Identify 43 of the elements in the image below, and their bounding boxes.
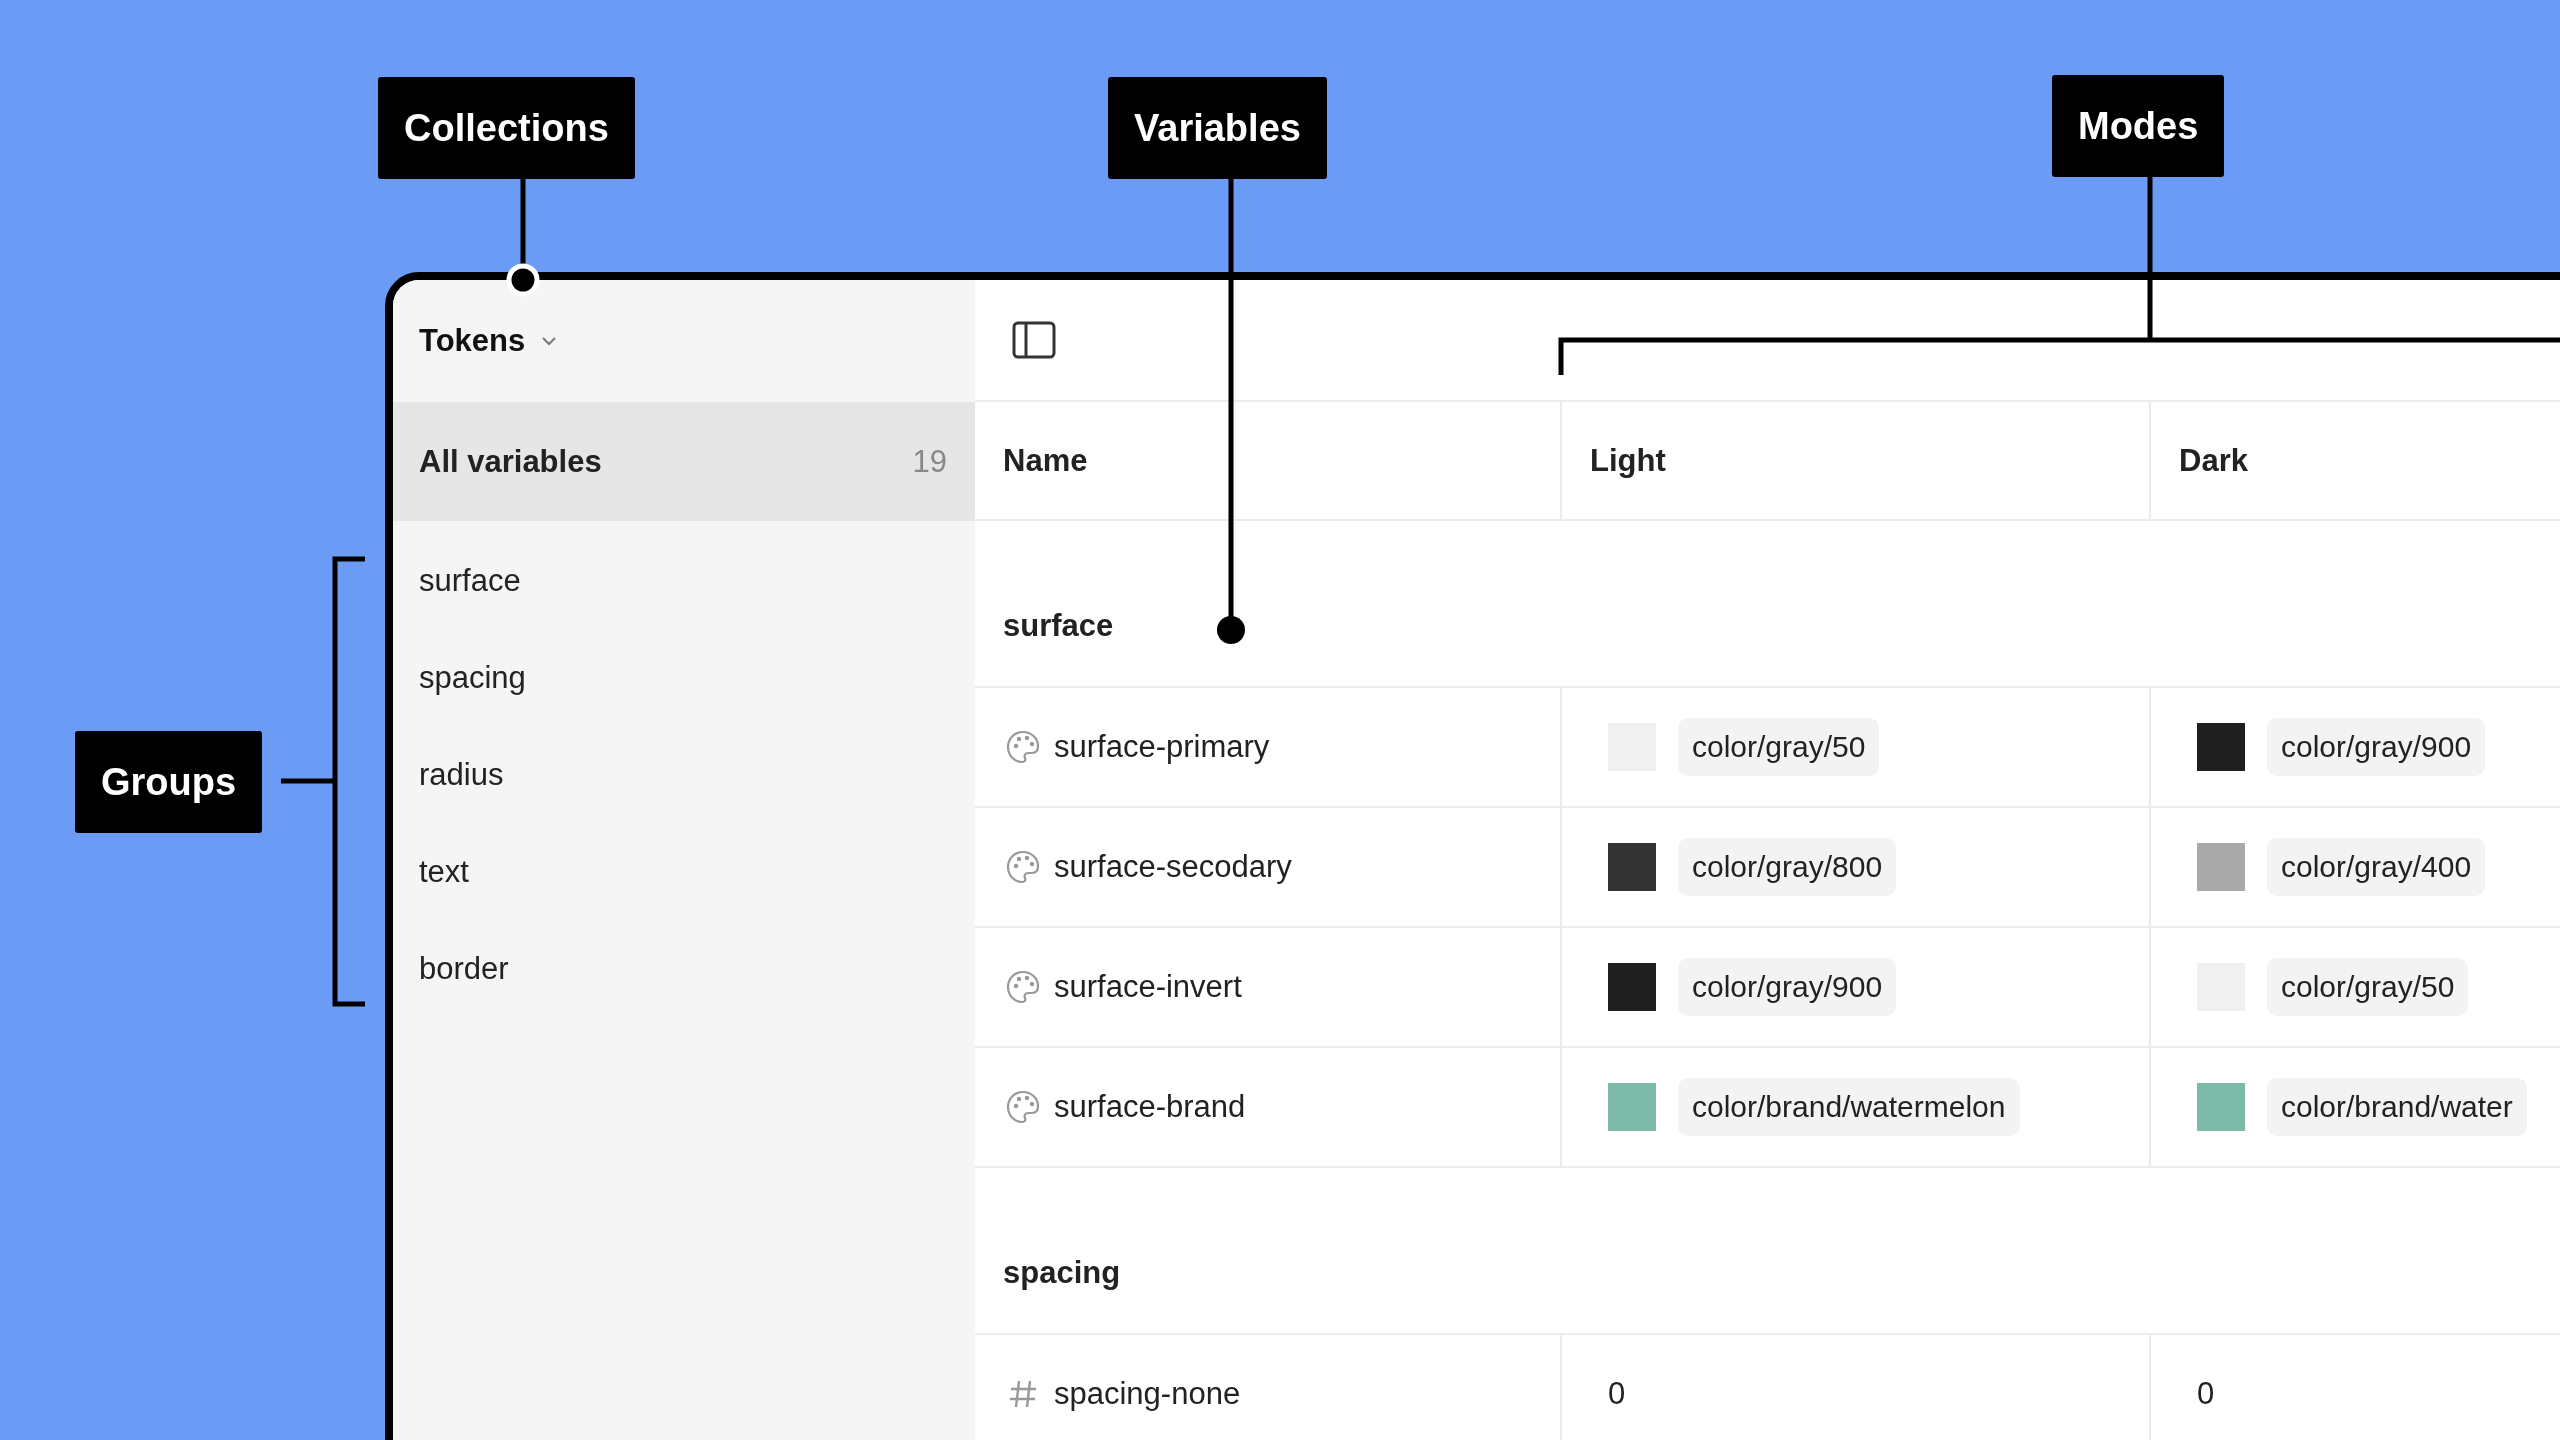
alias-chip[interactable]: color/gray/50 — [2267, 958, 2469, 1016]
item-count: 19 — [912, 443, 947, 480]
sidebar-item-label: text — [419, 853, 469, 890]
group-heading: surface — [1003, 608, 1114, 644]
alias-chip[interactable]: color/brand/water — [2267, 1078, 2527, 1136]
alias-chip[interactable]: color/gray/400 — [2267, 838, 2486, 896]
value-text: 0 — [2197, 1376, 2215, 1412]
sidebar-item[interactable]: surface — [393, 532, 975, 629]
callout-label: Variables — [1108, 77, 1327, 179]
palette-icon — [1005, 849, 1041, 885]
variable-name: spacing-none — [1054, 1376, 1241, 1412]
sidebar-item[interactable]: radius — [393, 726, 975, 823]
sidebar-item-label: radius — [419, 756, 504, 793]
alias-chip[interactable]: color/gray/50 — [1678, 718, 1880, 776]
variable-name: surface-brand — [1054, 1089, 1246, 1125]
sidebar-item[interactable]: border — [393, 920, 975, 1017]
sidebar-item-label: spacing — [419, 659, 526, 696]
sidebar-item[interactable]: spacing — [393, 629, 975, 726]
sidebar-item[interactable]: text — [393, 823, 975, 920]
variable-name: surface-primary — [1054, 729, 1270, 765]
callout-label: Groups — [75, 731, 263, 833]
palette-icon — [1005, 1089, 1041, 1125]
sidebar-item-label: border — [419, 950, 509, 987]
callout-label: Collections — [378, 77, 635, 179]
alias-chip[interactable]: color/gray/900 — [2267, 718, 2486, 776]
group-heading: spacing — [1003, 1255, 1121, 1291]
variable-name: surface-invert — [1054, 969, 1242, 1005]
callout-label: Modes — [2052, 75, 2225, 177]
sidebar-toggle-icon[interactable] — [1012, 321, 1056, 359]
column-header: Name — [975, 402, 1562, 519]
collection-dropdown[interactable]: Tokens — [419, 317, 560, 365]
alias-chip[interactable]: color/gray/800 — [1678, 838, 1897, 896]
sidebar-item-label: All variables — [419, 443, 602, 480]
palette-icon — [1005, 729, 1041, 765]
alias-chip[interactable]: color/gray/900 — [1678, 958, 1897, 1016]
column-header: Dark — [2151, 402, 2560, 519]
sidebar-item-label: surface — [419, 562, 521, 599]
alias-chip[interactable]: color/brand/watermelon — [1678, 1078, 2020, 1136]
variable-name: surface-secodary — [1054, 849, 1292, 885]
sidebar-item[interactable]: All variables 19 — [393, 402, 975, 521]
value-text: 0 — [1608, 1376, 1626, 1412]
column-header: Light — [1562, 402, 2151, 519]
palette-icon — [1005, 969, 1041, 1005]
